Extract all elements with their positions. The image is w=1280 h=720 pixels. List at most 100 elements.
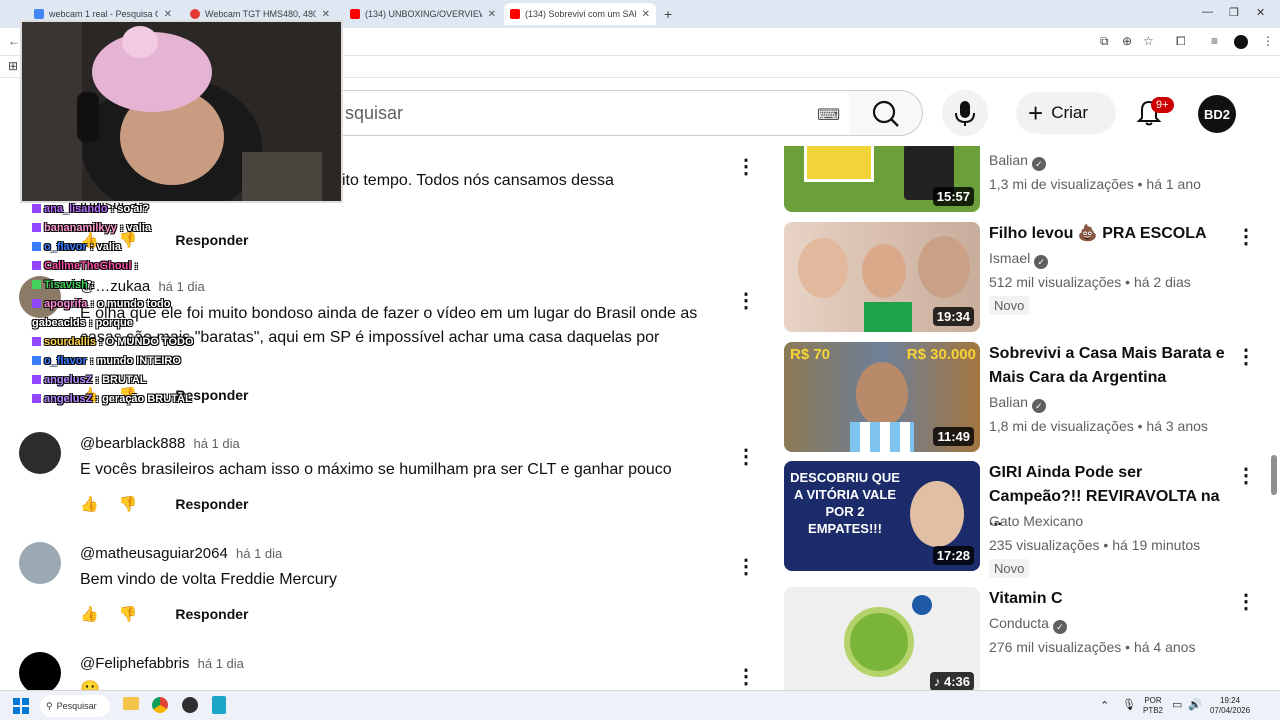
comment-time[interactable]: há 1 dia: [193, 436, 239, 451]
channel-name[interactable]: Gato Mexicano: [989, 513, 1083, 529]
video-thumbnail[interactable]: R$ 70 R$ 30.000 11:49: [784, 342, 980, 452]
author-name[interactable]: @Feliphefabbris: [80, 655, 189, 672]
video-title[interactable]: Sobrevivi a Casa Mais Barata e Mais Cara…: [989, 342, 1229, 390]
comment-author[interactable]: @matheusaguiar2064 há 1 dia: [80, 545, 282, 562]
comment-menu-icon[interactable]: ⋮: [736, 664, 756, 689]
like-icon[interactable]: 👍: [80, 605, 99, 623]
video-title[interactable]: Filho levou 💩 PRA ESCOLA: [989, 222, 1229, 246]
channel-name[interactable]: Balian ✓: [989, 394, 1046, 413]
search-button[interactable]: [849, 90, 923, 136]
search-input-text[interactable]: squisar: [345, 103, 403, 124]
channel-name[interactable]: Balian ✓: [989, 152, 1046, 171]
comment-menu-icon[interactable]: ⋮: [736, 288, 756, 313]
create-button[interactable]: + Criar: [1016, 92, 1116, 134]
minimize-icon[interactable]: —: [1202, 6, 1213, 18]
media-control-icon[interactable]: ≡: [1211, 34, 1218, 48]
channel-label[interactable]: Balian: [989, 394, 1028, 410]
chat-message: sourdallis : O MUNDO TODO: [32, 336, 194, 348]
browser-menu-icon[interactable]: ⋮: [1262, 34, 1274, 48]
commenter-avatar[interactable]: [19, 652, 61, 690]
comment-time[interactable]: há 1 dia: [236, 546, 282, 561]
keyboard-icon[interactable]: ⌨: [817, 105, 840, 125]
extensions-icon[interactable]: ⧠: [1176, 34, 1186, 49]
comment-time[interactable]: há 1 dia: [158, 279, 204, 294]
taskbar-search[interactable]: ⚲ Pesquisar: [40, 695, 110, 717]
thumbnail-text: R$ 70: [790, 346, 831, 363]
channel-name[interactable]: Conducta ✓: [989, 615, 1067, 634]
channel-label[interactable]: Conducta: [989, 615, 1049, 631]
comment-menu-icon[interactable]: ⋮: [736, 154, 756, 179]
browser-tab-active[interactable]: (134) Sobrevivi com um SALÁR ✕: [504, 3, 656, 25]
dislike-icon[interactable]: 👎: [119, 495, 138, 513]
zoom-icon[interactable]: ⊕: [1122, 34, 1132, 48]
account-avatar[interactable]: BD2: [1198, 95, 1236, 133]
video-menu-icon[interactable]: ⋮: [1236, 463, 1254, 488]
chat-username: o_flavor: [44, 241, 87, 253]
system-clock[interactable]: 19:24 07/04/2026: [1210, 696, 1250, 716]
back-icon[interactable]: ←: [8, 34, 20, 48]
video-menu-icon[interactable]: ⋮: [1236, 224, 1254, 249]
video-thumbnail[interactable]: ♪ 4:36: [784, 587, 980, 690]
video-menu-icon[interactable]: ⋮: [1236, 589, 1254, 614]
apps-grid-icon[interactable]: ⊞: [8, 59, 18, 73]
chat-text: so ai?: [117, 203, 150, 215]
new-tab-icon[interactable]: +: [664, 6, 672, 22]
windows-start-icon[interactable]: [13, 698, 29, 714]
video-thumbnail[interactable]: DESCOBRIU QUE A VITÓRIA VALE POR 2 EMPAT…: [784, 461, 980, 571]
page-scrollbar[interactable]: [1271, 455, 1277, 495]
reply-button[interactable]: Responder: [175, 496, 248, 512]
channel-label[interactable]: Balian: [989, 152, 1028, 168]
reply-button[interactable]: Responder: [175, 606, 248, 622]
create-label: Criar: [1051, 103, 1089, 122]
language-indicator[interactable]: POR PTB2: [1143, 696, 1163, 716]
close-window-icon[interactable]: ✕: [1256, 6, 1265, 19]
reply-button[interactable]: Responder: [175, 232, 248, 248]
video-thumbnail[interactable]: 19:34: [784, 222, 980, 332]
dislike-icon[interactable]: 👎: [119, 605, 138, 623]
voice-search-button[interactable]: [942, 90, 988, 136]
search-box[interactable]: squisar ⌨: [300, 90, 850, 136]
notepad-icon[interactable]: [212, 696, 226, 714]
author-name[interactable]: @bearblack888: [80, 435, 185, 452]
related-video[interactable]: DESCOBRIU QUE A VITÓRIA VALE POR 2 EMPAT…: [784, 461, 1254, 578]
keyboard-layout: PTB2: [1143, 706, 1164, 715]
video-menu-icon[interactable]: ⋮: [1236, 344, 1254, 369]
file-explorer-icon[interactable]: [123, 697, 139, 710]
bookmark-star-icon[interactable]: ☆: [1143, 34, 1154, 48]
profile-icon[interactable]: [1234, 35, 1248, 49]
browser-tab[interactable]: (134) UNBOXING/OVERVIEW: W ✕: [344, 3, 502, 25]
close-tab-icon[interactable]: ✕: [488, 9, 496, 20]
network-icon[interactable]: ▭: [1172, 700, 1182, 711]
author-name[interactable]: @matheusaguiar2064: [80, 545, 228, 562]
volume-icon[interactable]: 🔊: [1188, 700, 1202, 711]
commenter-avatar[interactable]: [19, 432, 61, 474]
comment-time[interactable]: há 1 dia: [198, 656, 244, 671]
obs-icon[interactable]: [182, 697, 198, 713]
video-title[interactable]: Vitamin C: [989, 587, 1229, 611]
commenter-avatar[interactable]: [19, 542, 61, 584]
microphone-icon[interactable]: 🎙: [1122, 700, 1136, 711]
like-icon[interactable]: 👍: [80, 495, 99, 513]
video-thumbnail[interactable]: 15:57: [784, 146, 980, 212]
close-tab-icon[interactable]: ✕: [642, 9, 650, 20]
comment-author[interactable]: @…zukaa há 1 dia: [80, 278, 205, 295]
maximize-icon[interactable]: ❐: [1229, 6, 1239, 19]
related-video[interactable]: 15:57 Balian ✓ 1,3 mi de visualizações • …: [784, 146, 1254, 212]
related-video[interactable]: 19:34 Filho levou 💩 PRA ESCOLA Ismael ✓ 5…: [784, 222, 1254, 332]
comment-author[interactable]: @Feliphefabbris há 1 dia: [80, 655, 244, 672]
chevron-up-icon[interactable]: ⌃: [1100, 701, 1109, 712]
thumbnail-text: R$ 30.000: [906, 346, 976, 363]
related-video[interactable]: R$ 70 R$ 30.000 11:49 Sobrevivi a Casa M…: [784, 342, 1254, 452]
close-tab-icon[interactable]: ✕: [164, 9, 172, 20]
related-video[interactable]: ♪ 4:36 Vitamin C Conducta ✓ 276 mil visua…: [784, 587, 1254, 690]
chat-text: mundo INTEIRO: [96, 355, 181, 367]
install-icon[interactable]: ⧉: [1100, 34, 1109, 49]
comment-author[interactable]: @bearblack888 há 1 dia: [80, 435, 240, 452]
channel-name[interactable]: Ismael ✓: [989, 250, 1049, 269]
close-tab-icon[interactable]: ✕: [322, 9, 330, 20]
comment-menu-icon[interactable]: ⋮: [736, 554, 756, 579]
channel-label[interactable]: Ismael: [989, 250, 1030, 266]
comment-menu-icon[interactable]: ⋮: [736, 444, 756, 469]
chrome-icon[interactable]: [152, 697, 168, 713]
channel-label[interactable]: Gato Mexicano: [989, 513, 1083, 529]
